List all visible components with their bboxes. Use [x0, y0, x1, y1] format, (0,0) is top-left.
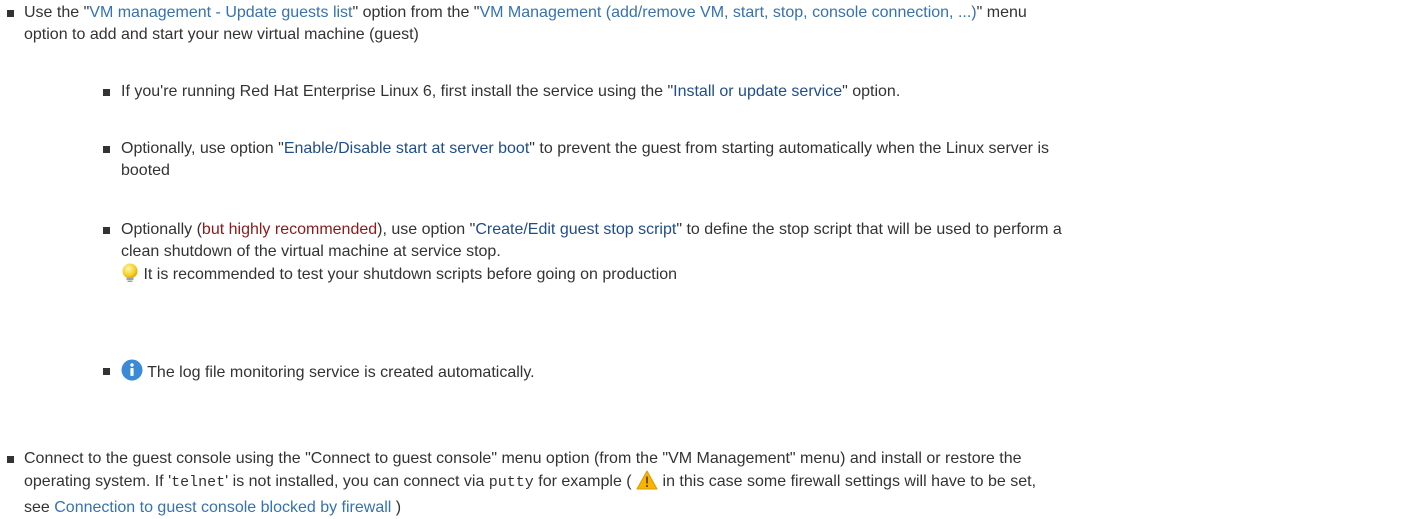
item-text: Optionally, use option "	[121, 140, 284, 157]
item-text: operating system. If '	[24, 473, 172, 490]
list-item-console: Connect to the guest console using the "…	[24, 448, 1396, 519]
item-text: )	[391, 499, 402, 516]
list-item-stop-script: Optionally (but highly recommended), use…	[121, 219, 1381, 290]
code-telnet: telnet	[171, 474, 226, 491]
link-enable-disable-boot[interactable]: Enable/Disable start at server boot	[284, 140, 529, 157]
code-putty: putty	[488, 474, 534, 491]
item-text: Connect to the guest console using the "…	[24, 450, 1022, 467]
item-text: " menu	[976, 4, 1027, 21]
bullet-icon	[103, 146, 110, 153]
item-text: Optionally (	[121, 221, 202, 238]
item-text-line2: booted	[121, 162, 170, 179]
item-text: " to define the stop script that will be…	[676, 221, 1062, 238]
lightbulb-icon	[121, 263, 139, 290]
item-text-line2: clean shutdown of the virtual machine at…	[121, 243, 501, 260]
warning-icon	[636, 470, 658, 497]
item-text: ), use option "	[377, 221, 476, 238]
bullet-icon	[7, 456, 14, 463]
bullet-icon	[7, 10, 14, 17]
link-update-guests-list[interactable]: VM management - Update guests list	[89, 4, 352, 21]
bullet-icon	[103, 227, 110, 234]
bullet-icon	[103, 368, 110, 375]
item-text: Use the "	[24, 4, 90, 21]
item-text: ' is not installed, you can connect via	[225, 473, 489, 490]
link-create-edit-stop-script[interactable]: Create/Edit guest stop script	[475, 221, 676, 238]
list-item-log-monitoring: The log file monitoring service is creat…	[121, 359, 1381, 388]
list-item-rhel: If you're running Red Hat Enterprise Lin…	[121, 81, 1381, 103]
link-vm-management[interactable]: VM Management (add/remove VM, start, sto…	[479, 4, 976, 21]
item-text: see	[24, 499, 55, 516]
tip-text: It is recommended to test your shutdown …	[143, 266, 678, 283]
recommended-highlight: but highly recommended	[201, 221, 378, 238]
item-text-line2: option to add and start your new virtual…	[24, 26, 419, 43]
link-console-blocked-firewall[interactable]: Connection to guest console blocked by f…	[54, 499, 391, 516]
item-text: in this case some firewall settings will…	[658, 473, 1037, 490]
list-item-update-guests: Use the "VM management - Update guests l…	[24, 2, 1384, 46]
bullet-icon	[103, 89, 110, 96]
link-install-update-service[interactable]: Install or update service	[673, 83, 842, 100]
info-icon	[121, 359, 143, 388]
item-text: for example (	[533, 473, 637, 490]
item-text: If you're running Red Hat Enterprise Lin…	[121, 83, 674, 100]
item-text: " to prevent the guest from starting aut…	[529, 140, 1049, 157]
item-text: " option from the "	[352, 4, 480, 21]
item-text: The log file monitoring service is creat…	[147, 364, 535, 381]
item-text: " option.	[842, 83, 901, 100]
list-item-start-at-boot: Optionally, use option "Enable/Disable s…	[121, 138, 1381, 182]
